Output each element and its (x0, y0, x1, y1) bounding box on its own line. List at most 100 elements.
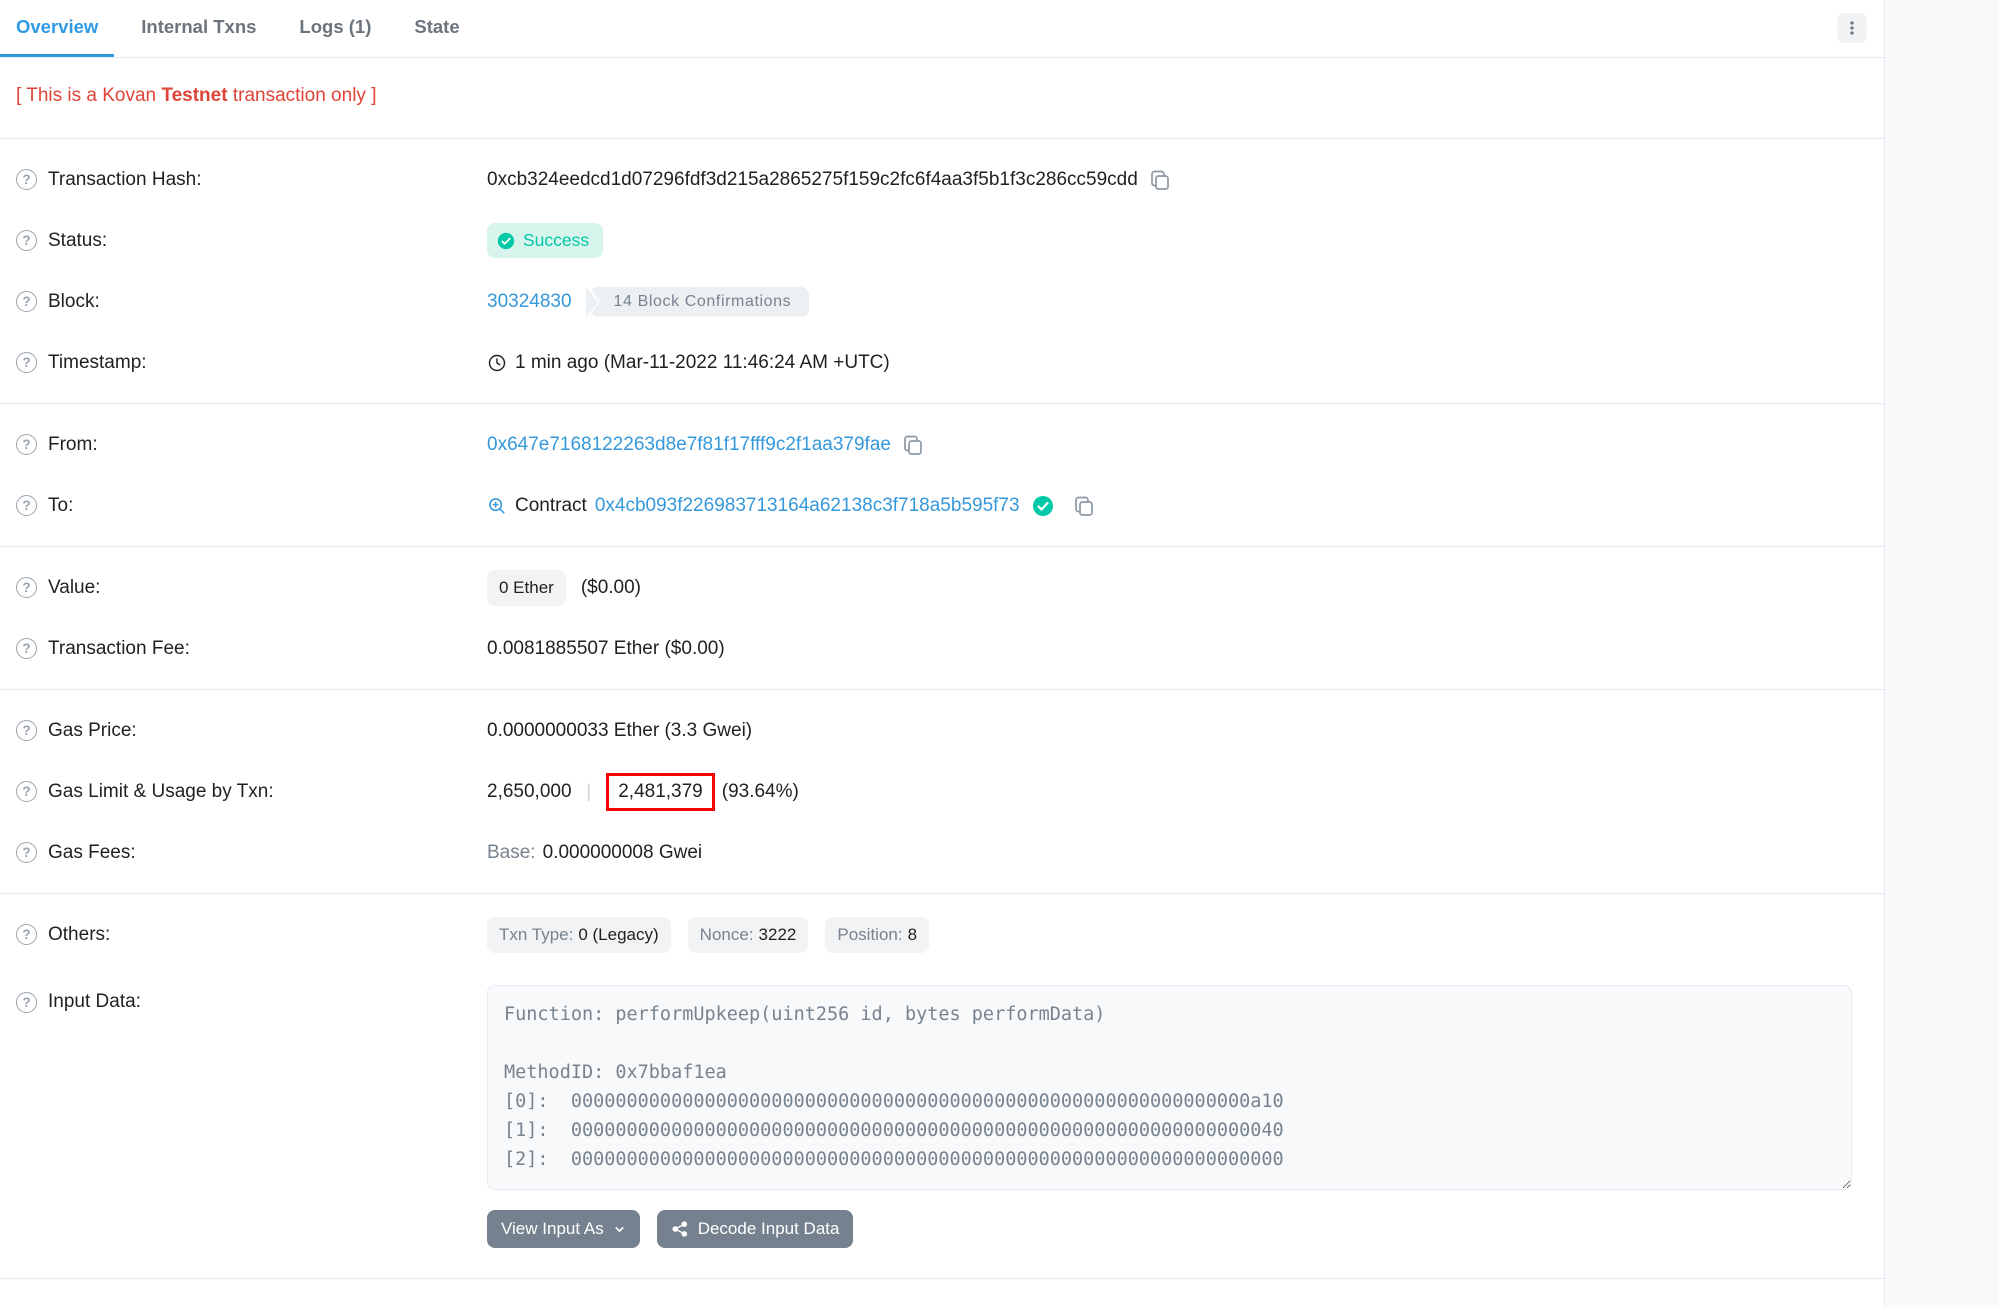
row-transaction-hash: ? Transaction Hash: 0xcb324eedcd1d07296f… (0, 149, 1884, 210)
row-block: ? Block: 30324830 14 Block Confirmations (0, 271, 1884, 332)
transaction-hash-label: ? Transaction Hash: (16, 169, 487, 191)
copy-icon[interactable] (1148, 168, 1172, 192)
button-label: Decode Input Data (698, 1219, 840, 1239)
row-status: ? Status: Success (0, 210, 1884, 271)
badge-value: 8 (908, 925, 917, 945)
section-others-input: ? Others: Txn Type: 0 (Legacy) Nonce: 32… (0, 894, 1884, 1279)
label-text: Others: (48, 924, 110, 946)
zoom-in-icon (487, 496, 507, 516)
help-icon: ? (16, 720, 37, 741)
view-input-as-button[interactable]: View Input As (487, 1210, 640, 1248)
label-text: Value: (48, 577, 100, 599)
input-data-label: ? Input Data: (16, 985, 487, 1013)
chevron-down-icon (613, 1223, 626, 1236)
kebab-icon (1842, 18, 1862, 38)
nonce-badge: Nonce: 3222 (688, 917, 809, 953)
row-gas-fees: ? Gas Fees: Base: 0.000000008 Gwei (0, 822, 1884, 883)
badge-value: 0 (Legacy) (578, 925, 658, 945)
gas-used-percent: (93.64%) (722, 781, 799, 803)
testnet-warning: [ This is a Kovan Testnet transaction on… (0, 58, 1884, 139)
section-overview-top: ? Transaction Hash: 0xcb324eedcd1d07296f… (0, 139, 1884, 404)
gas-limit-value: 2,650,000 (487, 781, 572, 803)
label-text: Gas Fees: (48, 842, 136, 864)
row-to: ? To: Contract 0x4cb093f226983713164a621… (0, 475, 1884, 536)
tab-logs[interactable]: Logs (1) (283, 0, 387, 57)
check-circle-icon (497, 232, 515, 250)
label-text: Gas Limit & Usage by Txn: (48, 781, 274, 803)
warning-suffix: transaction only ] (228, 85, 377, 106)
decode-input-data-button[interactable]: Decode Input Data (657, 1210, 854, 1248)
row-timestamp: ? Timestamp: 1 min ago (Mar-11-2022 11:4… (0, 332, 1884, 393)
copy-icon[interactable] (1072, 494, 1096, 518)
row-value: ? Value: 0 Ether ($0.00) (0, 557, 1884, 618)
gas-price-value: 0.0000000033 Ether (3.3 Gwei) (487, 720, 752, 742)
help-icon: ? (16, 230, 37, 251)
txn-type-badge: Txn Type: 0 (Legacy) (487, 917, 671, 953)
block-number-link[interactable]: 30324830 (487, 291, 572, 313)
label-text: Gas Price: (48, 720, 137, 742)
help-icon: ? (16, 352, 37, 373)
warning-prefix: [ This is a Kovan (16, 85, 161, 106)
input-data-textarea[interactable]: Function: performUpkeep(uint256 id, byte… (487, 985, 1852, 1190)
help-icon: ? (16, 434, 37, 455)
tab-internal-txns[interactable]: Internal Txns (125, 0, 272, 57)
position-badge: Position: 8 (825, 917, 929, 953)
help-icon: ? (16, 992, 37, 1013)
verified-check-icon (1032, 495, 1054, 517)
row-gas-price: ? Gas Price: 0.0000000033 Ether (3.3 Gwe… (0, 700, 1884, 761)
pipe-separator: | (587, 781, 592, 802)
warning-bold: Testnet (161, 85, 227, 106)
badge-name: Position: (837, 925, 902, 945)
label-text: From: (48, 434, 98, 456)
section-addresses: ? From: 0x647e7168122263d8e7f81f17fff9c2… (0, 404, 1884, 547)
block-label: ? Block: (16, 291, 487, 313)
label-text: Timestamp: (48, 352, 147, 374)
base-fee-label: Base: (487, 842, 536, 864)
help-icon: ? (16, 842, 37, 863)
row-input-data: ? Input Data: Function: performUpkeep(ui… (0, 973, 1884, 1248)
tab-overview[interactable]: Overview (0, 0, 114, 57)
from-label: ? From: (16, 434, 487, 456)
transaction-fee-label: ? Transaction Fee: (16, 638, 487, 660)
gas-fees-label: ? Gas Fees: (16, 842, 487, 864)
to-address-link[interactable]: 0x4cb093f226983713164a62138c3f718a5b595f… (595, 495, 1020, 517)
to-label: ? To: (16, 495, 487, 517)
others-label: ? Others: (16, 924, 487, 946)
tab-state[interactable]: State (398, 0, 475, 57)
status-text: Success (523, 230, 589, 251)
gas-used-annotation-box: 2,481,379 (606, 773, 715, 811)
transaction-fee-value: 0.0081885507 Ether ($0.00) (487, 638, 725, 660)
row-gas-limit-usage: ? Gas Limit & Usage by Txn: 2,650,000 | … (0, 761, 1884, 822)
help-icon: ? (16, 638, 37, 659)
to-type-text: Contract (515, 495, 587, 517)
badge-value: 3222 (759, 925, 797, 945)
section-gas: ? Gas Price: 0.0000000033 Ether (3.3 Gwe… (0, 690, 1884, 894)
block-confirmations-text: 14 Block Confirmations (590, 287, 810, 317)
decode-icon (671, 1220, 689, 1238)
input-data-area: Function: performUpkeep(uint256 id, byte… (487, 985, 1852, 1248)
usd-value-text: ($0.00) (581, 577, 641, 599)
help-icon: ? (16, 781, 37, 802)
value-label: ? Value: (16, 577, 487, 599)
help-icon: ? (16, 924, 37, 945)
timestamp-value: 1 min ago (Mar-11-2022 11:46:24 AM +UTC) (515, 352, 890, 374)
help-icon: ? (16, 577, 37, 598)
row-others: ? Others: Txn Type: 0 (Legacy) Nonce: 32… (0, 904, 1884, 965)
base-fee-value: 0.000000008 Gwei (543, 842, 703, 864)
badge-name: Nonce: (700, 925, 754, 945)
status-label: ? Status: (16, 230, 487, 252)
more-options-button[interactable] (1837, 13, 1867, 43)
from-address-link[interactable]: 0x647e7168122263d8e7f81f17fff9c2f1aa379f… (487, 434, 891, 456)
help-icon: ? (16, 291, 37, 312)
label-text: Transaction Fee: (48, 638, 190, 660)
gas-price-label: ? Gas Price: (16, 720, 487, 742)
tab-bar: Overview Internal Txns Logs (1) State (0, 0, 1884, 58)
label-text: Transaction Hash: (48, 169, 201, 191)
badge-name: Txn Type: (499, 925, 573, 945)
copy-icon[interactable] (901, 433, 925, 457)
status-badge: Success (487, 223, 603, 258)
row-transaction-fee: ? Transaction Fee: 0.0081885507 Ether ($… (0, 618, 1884, 679)
input-data-buttons: View Input As (487, 1210, 1852, 1248)
transaction-hash-value: 0xcb324eedcd1d07296fdf3d215a2865275f159c… (487, 169, 1138, 191)
label-text: To: (48, 495, 73, 517)
